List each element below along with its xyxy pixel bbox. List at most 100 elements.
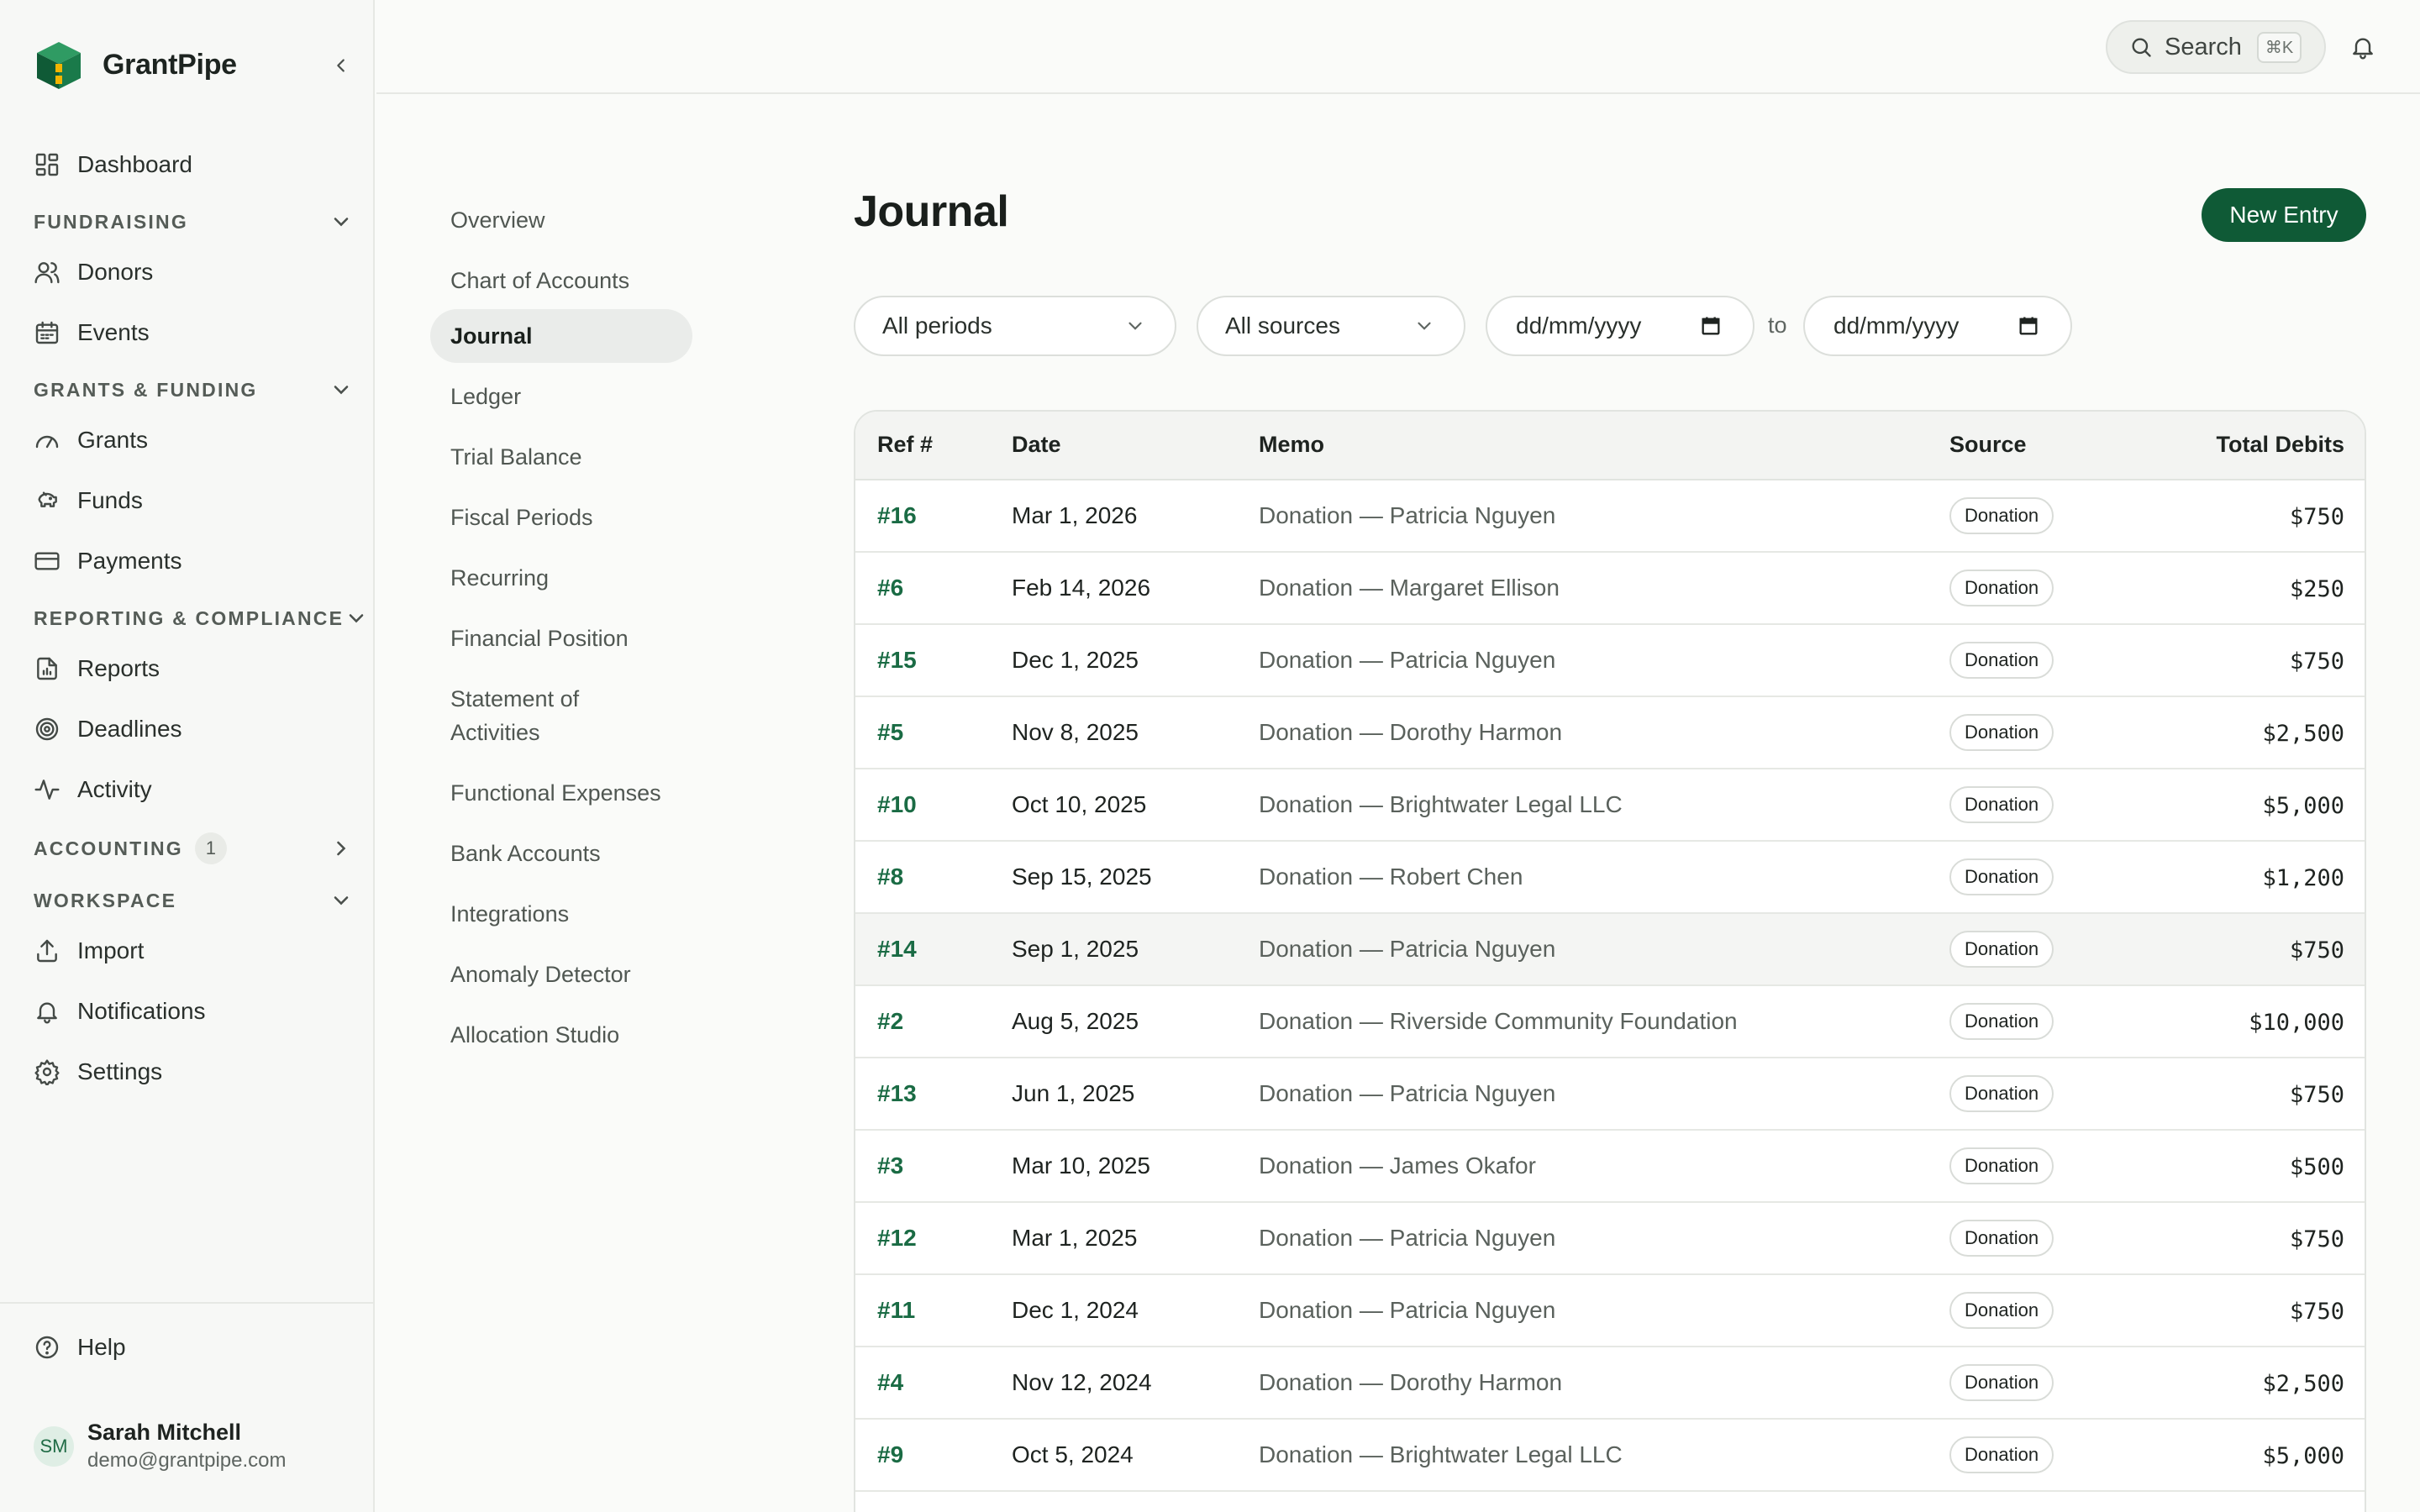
sidebar-item-reports[interactable]: Reports (34, 650, 160, 687)
user-name: Sarah Mitchell (87, 1420, 242, 1445)
sidebar-item-donors[interactable]: Donors (34, 254, 153, 291)
brand[interactable]: GrantPipe (34, 37, 237, 92)
table-row[interactable]: #12 Mar 1, 2025 Donation — Patricia Nguyen… (855, 1203, 2365, 1275)
entry-date: Aug 5, 2025 (1012, 1008, 1139, 1034)
sidebar-item-funds[interactable]: Funds (34, 482, 143, 519)
ref-link[interactable]: #8 (877, 864, 903, 890)
users-icon (34, 262, 60, 284)
column-header-date[interactable]: Date (1012, 432, 1061, 458)
help-circle-icon (35, 1336, 59, 1359)
sidebar-item-settings[interactable]: Settings (34, 1053, 162, 1090)
sidebar-item-grants[interactable]: Grants (34, 422, 148, 459)
period-filter-select[interactable]: All periods (854, 296, 1176, 356)
entry-date: Mar 1, 2026 (1012, 502, 1138, 528)
sidebar-item-label: Payments (77, 548, 182, 574)
table-row[interactable]: #2 Aug 5, 2025 Donation — Riverside Commun… (855, 986, 2365, 1058)
subnav-ledger[interactable]: Ledger (430, 370, 692, 423)
ref-link[interactable]: #16 (877, 502, 917, 529)
ref-link[interactable]: #9 (877, 1441, 903, 1468)
column-header-source[interactable]: Source (1949, 432, 2027, 458)
subnav-fiscal-periods[interactable]: Fiscal Periods (430, 491, 692, 544)
subnav-journal[interactable]: Journal (430, 309, 692, 363)
search-button[interactable]: Search ⌘K (2106, 20, 2326, 74)
date-to-input[interactable]: dd/mm/yyyy (1803, 296, 2072, 356)
table-row[interactable]: #5 Nov 8, 2025 Donation — Dorothy Harmon Do… (855, 697, 2365, 769)
subnav-financial-position[interactable]: Financial Position (430, 612, 692, 665)
column-header-memo[interactable]: Memo (1259, 432, 1324, 458)
ref-link[interactable]: #5 (877, 719, 903, 746)
sidebar-item-import[interactable]: Import (34, 932, 144, 969)
section-accounting[interactable]: ACCOUNTING 1 (34, 832, 353, 864)
date-from-input[interactable]: dd/mm/yyyy (1486, 296, 1754, 356)
entry-date: Nov 12, 2024 (1012, 1369, 1152, 1395)
ref-link[interactable]: #3 (877, 1152, 903, 1179)
period-filter-value: All periods (882, 312, 992, 339)
section-label: REPORTING & COMPLIANCE (34, 606, 345, 629)
calendar-icon (1702, 317, 1720, 335)
sidebar-item-dashboard[interactable]: Dashboard (34, 146, 192, 183)
table-row[interactable]: #4 Nov 12, 2024 Donation — Dorothy Harmon D… (855, 1347, 2365, 1420)
subnav-functional-expenses[interactable]: Functional Expenses (430, 766, 692, 820)
entry-memo: Donation — Margaret Ellison (1259, 575, 1560, 601)
subnav-chart-of-accounts[interactable]: Chart of Accounts (430, 254, 692, 307)
subnav-bank-accounts[interactable]: Bank Accounts (430, 827, 692, 880)
entry-date: Sep 1, 2025 (1012, 936, 1139, 962)
sidebar-item-activity[interactable]: Activity (34, 771, 152, 808)
total-debits: $750 (2289, 937, 2344, 963)
section-workspace[interactable]: WORKSPACE (34, 885, 353, 916)
subnav-allocation-studio[interactable]: Allocation Studio (430, 1008, 692, 1062)
sidebar-item-label: Donors (77, 259, 154, 285)
section-label: ACCOUNTING (34, 837, 183, 859)
ref-link[interactable]: #15 (877, 647, 917, 674)
ref-link[interactable]: #13 (877, 1080, 917, 1107)
ref-link[interactable]: #2 (877, 1008, 903, 1035)
section-grants-funding[interactable]: GRANTS & FUNDING (34, 375, 353, 405)
report-icon (37, 657, 57, 680)
subnav-overview[interactable]: Overview (430, 193, 692, 247)
sidebar-item-events[interactable]: Events (34, 314, 150, 351)
section-reporting-compliance[interactable]: REPORTING & COMPLIANCE (34, 603, 364, 633)
new-entry-button[interactable]: New Entry (2202, 188, 2366, 242)
table-row[interactable]: #8 Sep 15, 2025 Donation — Robert Chen Dona… (855, 842, 2365, 914)
table-row[interactable]: #16 Mar 1, 2026 Donation — Patricia Nguyen… (855, 480, 2365, 553)
table-row[interactable]: #15 Dec 1, 2025 Donation — Patricia Nguyen… (855, 625, 2365, 697)
sidebar-item-notifications[interactable]: Notifications (34, 993, 206, 1030)
ref-link[interactable]: #10 (877, 791, 917, 818)
user-profile[interactable]: SM Sarah Mitchell demo@grantpipe.com (34, 1420, 286, 1473)
table-row[interactable]: #11 Dec 1, 2024 Donation — Patricia Nguyen… (855, 1275, 2365, 1347)
sidebar-item-help[interactable]: Help (34, 1329, 126, 1366)
notifications-button[interactable] (2346, 30, 2380, 64)
table-row[interactable]: #3 Mar 10, 2025 Donation — James Okafor Don… (855, 1131, 2365, 1203)
table-row[interactable]: #13 Jun 1, 2025 Donation — Patricia Nguyen… (855, 1058, 2365, 1131)
ref-link[interactable]: #12 (877, 1225, 917, 1252)
total-debits: $750 (2289, 1226, 2344, 1252)
table-row[interactable]: #6 Feb 14, 2026 Donation — Margaret Elliso… (855, 553, 2365, 625)
table-row[interactable]: #10 Oct 10, 2025 Donation — Brightwater Le… (855, 769, 2365, 842)
ref-link[interactable]: #14 (877, 936, 917, 963)
source-badge: Donation (1949, 642, 2054, 679)
entry-memo: Donation — Patricia Nguyen (1259, 1225, 1556, 1251)
subnav-trial-balance[interactable]: Trial Balance (430, 430, 692, 484)
total-debits: $750 (2289, 1299, 2344, 1325)
subnav-statement-of-activities[interactable]: Statement of Activities (430, 682, 640, 754)
sidebar-item-deadlines[interactable]: Deadlines (34, 711, 182, 748)
table-row[interactable]: #14 Sep 1, 2025 Donation — Patricia Nguyen… (855, 914, 2365, 986)
section-fundraising[interactable]: FUNDRAISING (34, 207, 353, 237)
entry-date: Oct 10, 2025 (1012, 791, 1147, 817)
ref-link[interactable]: #11 (877, 1297, 915, 1324)
column-header-total-debits[interactable]: Total Debits (2216, 432, 2344, 458)
table-header: Ref # Date Memo Source Total Debits (855, 412, 2365, 480)
subnav-recurring[interactable]: Recurring (430, 551, 692, 605)
ref-link[interactable]: #4 (877, 1369, 903, 1396)
subnav-anomaly-detector[interactable]: Anomaly Detector (430, 948, 692, 1001)
ref-link[interactable]: #6 (877, 575, 903, 601)
subnav-integrations[interactable]: Integrations (430, 887, 692, 941)
sidebar-item-label: Dashboard (77, 151, 192, 177)
sidebar-item-payments[interactable]: Payments (34, 543, 182, 580)
table-row[interactable]: #9 Oct 5, 2024 Donation — Brightwater Lega… (855, 1420, 2365, 1492)
entry-memo: Donation — Riverside Community Foundatio… (1259, 1008, 1738, 1034)
source-badge: Donation (1949, 931, 2054, 968)
collapse-sidebar-button[interactable] (326, 50, 356, 81)
column-header-ref[interactable]: Ref # (877, 432, 933, 458)
source-filter-select[interactable]: All sources (1197, 296, 1465, 356)
